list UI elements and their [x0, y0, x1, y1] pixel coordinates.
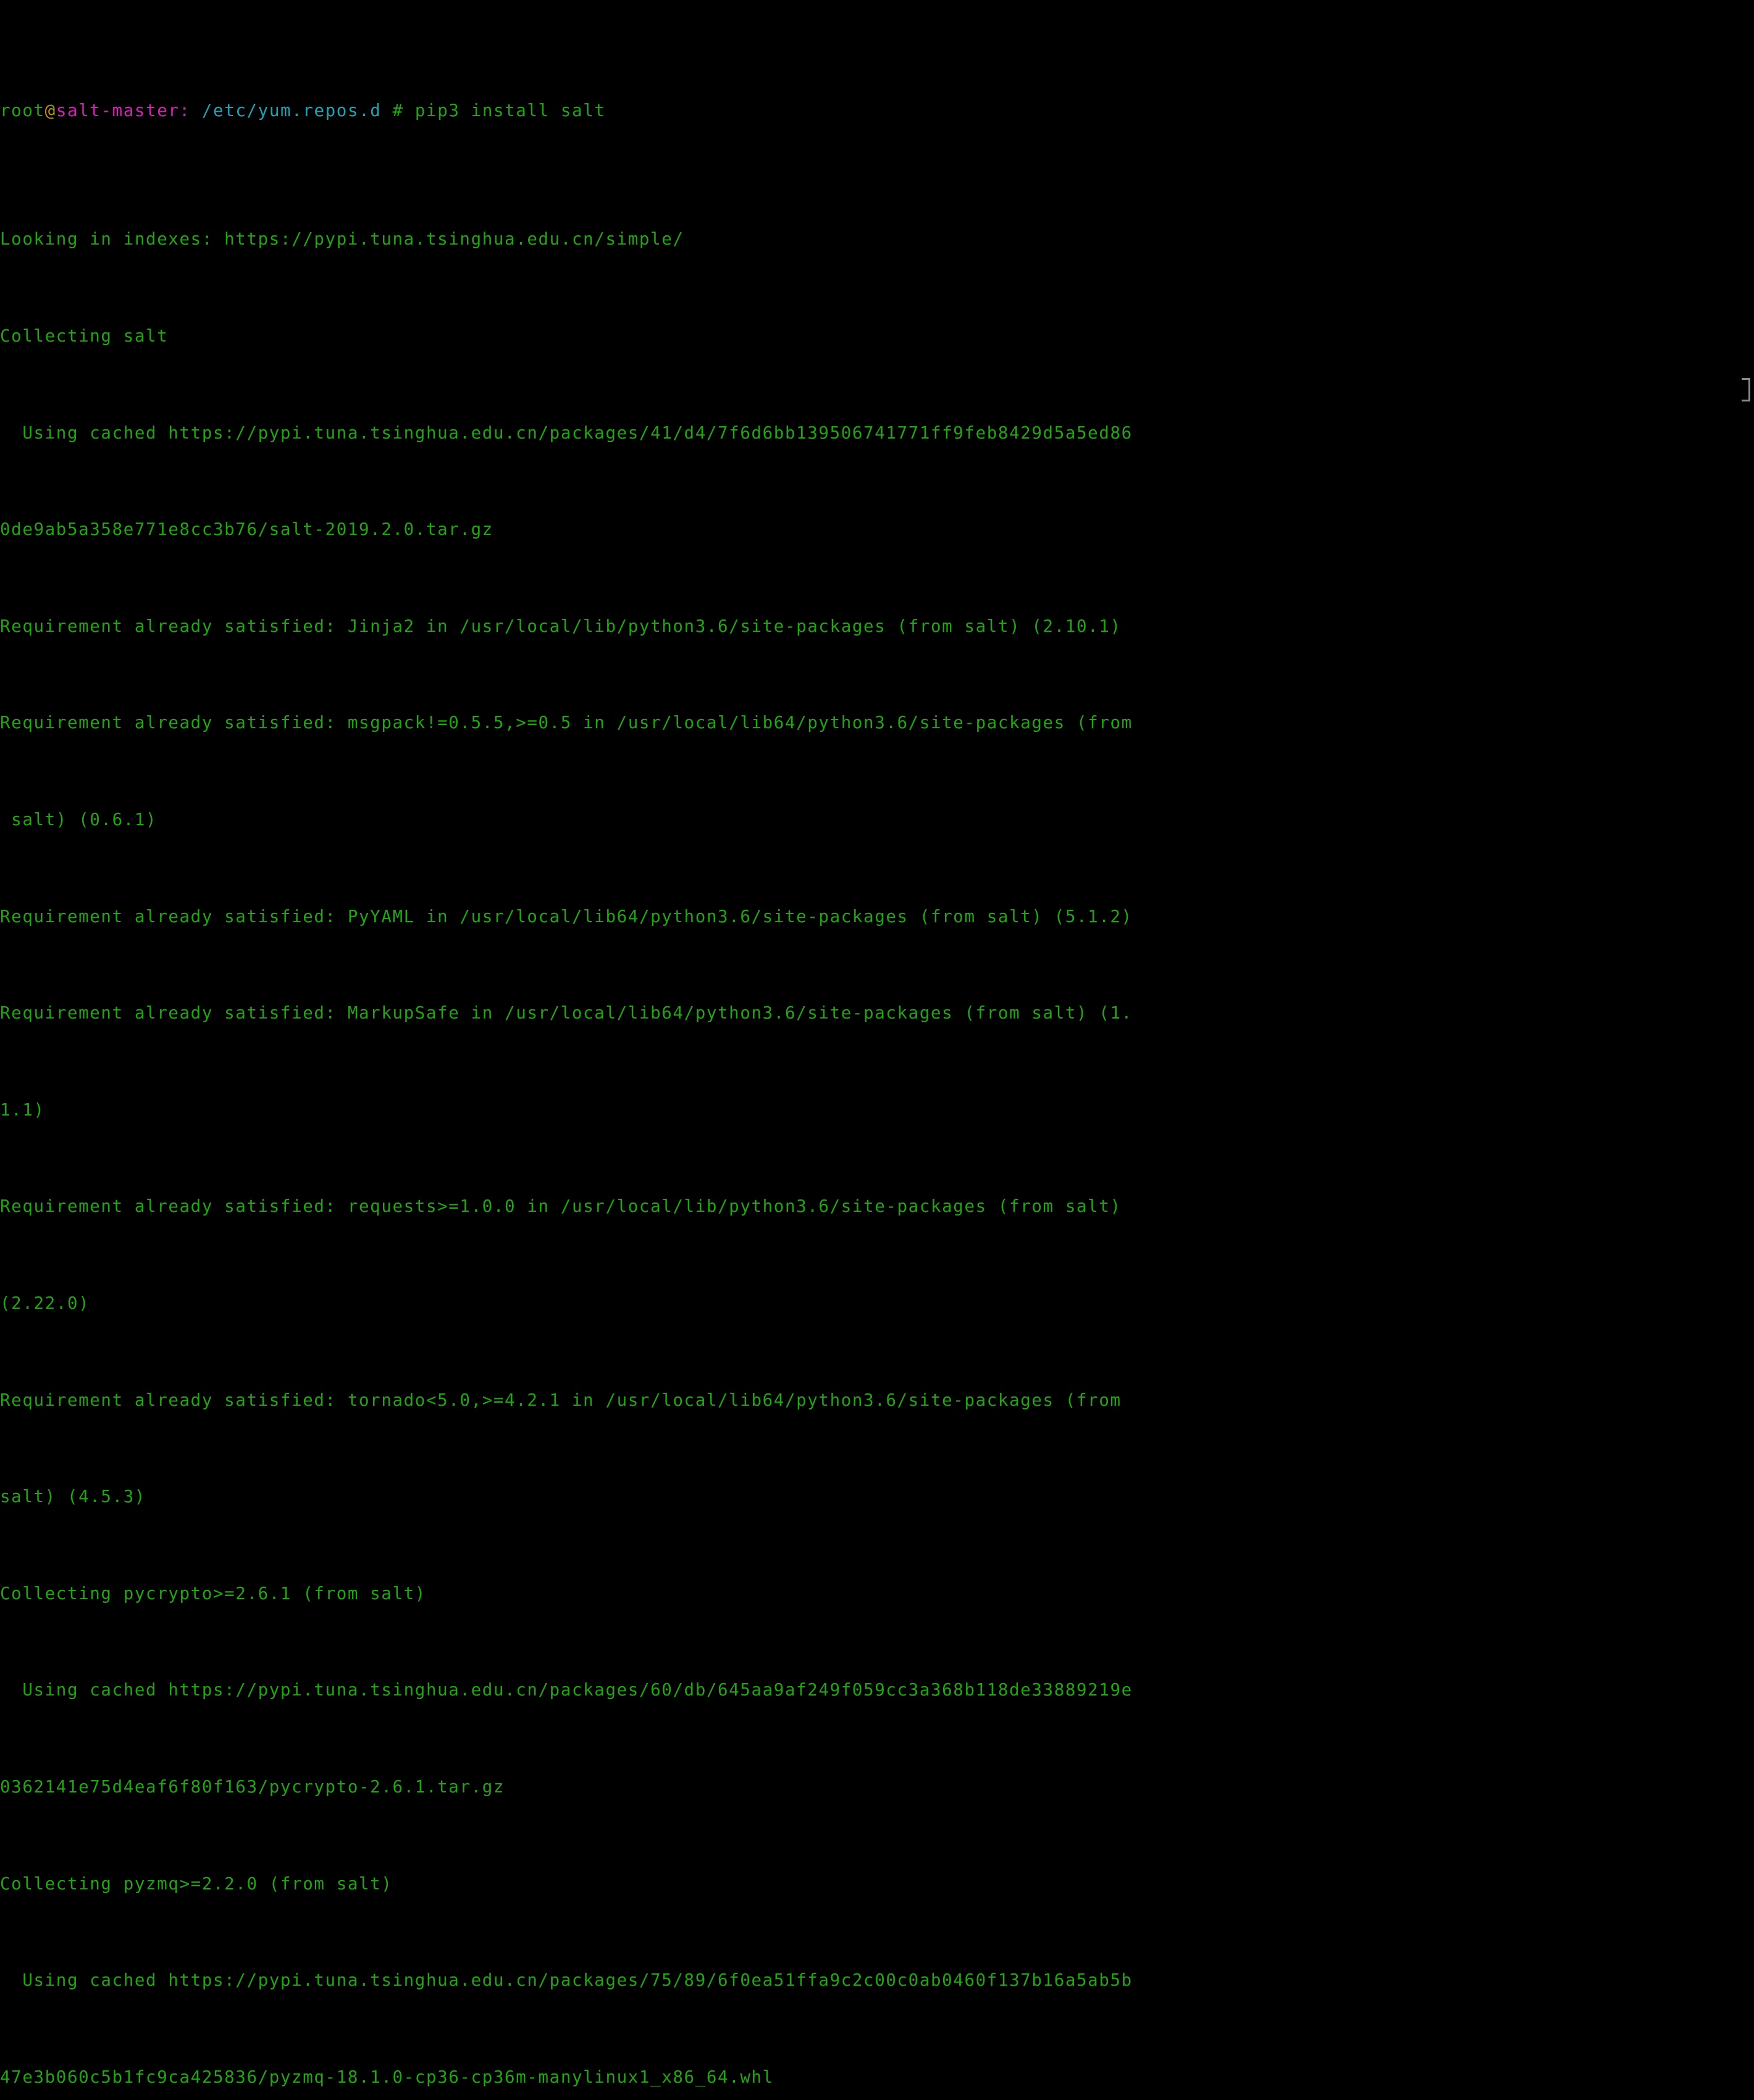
prompt-at-symbol: @ [44, 100, 56, 120]
output-line: Requirement already satisfied: PyYAML in… [0, 906, 1133, 926]
prompt-user: root [0, 100, 45, 120]
output-line: 1.1) [0, 1099, 45, 1120]
output-line: Using cached https://pypi.tuna.tsinghua.… [0, 1970, 1133, 1991]
output-line: salt) (0.6.1) [0, 809, 157, 830]
output-line: Collecting pyzmq>=2.2.0 (from salt) [0, 1873, 393, 1894]
output-line: 0362141e75d4eaf6f80f163/pycrypto-2.6.1.t… [0, 1776, 505, 1797]
prompt-line: root@salt-master: /etc/yum.repos.d # pip… [0, 94, 1754, 127]
output-line: Looking in indexes: https://pypi.tuna.ts… [0, 229, 684, 250]
terminal-cursor-marker [1742, 378, 1750, 401]
output-line: Requirement already satisfied: MarkupSaf… [0, 1003, 1133, 1023]
output-line: 0de9ab5a358e771e8cc3b76/salt-2019.2.0.ta… [0, 519, 493, 540]
prompt-path: /etc/yum.repos.d [201, 100, 382, 120]
prompt-hostname: salt-master [56, 100, 180, 120]
output-line: (2.22.0) [0, 1293, 90, 1313]
output-line: Using cached https://pypi.tuna.tsinghua.… [0, 1680, 1133, 1700]
output-line: Collecting pycrypto>=2.6.1 (from salt) [0, 1583, 426, 1603]
output-line: Requirement already satisfied: tornado<5… [0, 1390, 1122, 1410]
output-line: Requirement already satisfied: msgpack!=… [0, 713, 1133, 733]
prompt-command: pip3 install salt [414, 100, 606, 120]
output-line: Requirement already satisfied: Jinja2 in… [0, 616, 1122, 636]
output-line: 47e3b060c5b1fc9ca425836/pyzmq-18.1.0-cp3… [0, 2067, 774, 2087]
terminal-window[interactable]: root@salt-master: /etc/yum.repos.d # pip… [0, 0, 1754, 2087]
output-line: Using cached https://pypi.tuna.tsinghua.… [0, 422, 1133, 443]
terminal-output-area: root@salt-master: /etc/yum.repos.d # pip… [0, 0, 1754, 2100]
output-line: salt) (4.5.3) [0, 1487, 146, 1507]
output-line: Collecting salt [0, 326, 169, 346]
prompt-colon: : [179, 100, 202, 120]
output-line: Requirement already satisfied: requests>… [0, 1196, 1122, 1217]
prompt-sigil: # [381, 100, 415, 120]
